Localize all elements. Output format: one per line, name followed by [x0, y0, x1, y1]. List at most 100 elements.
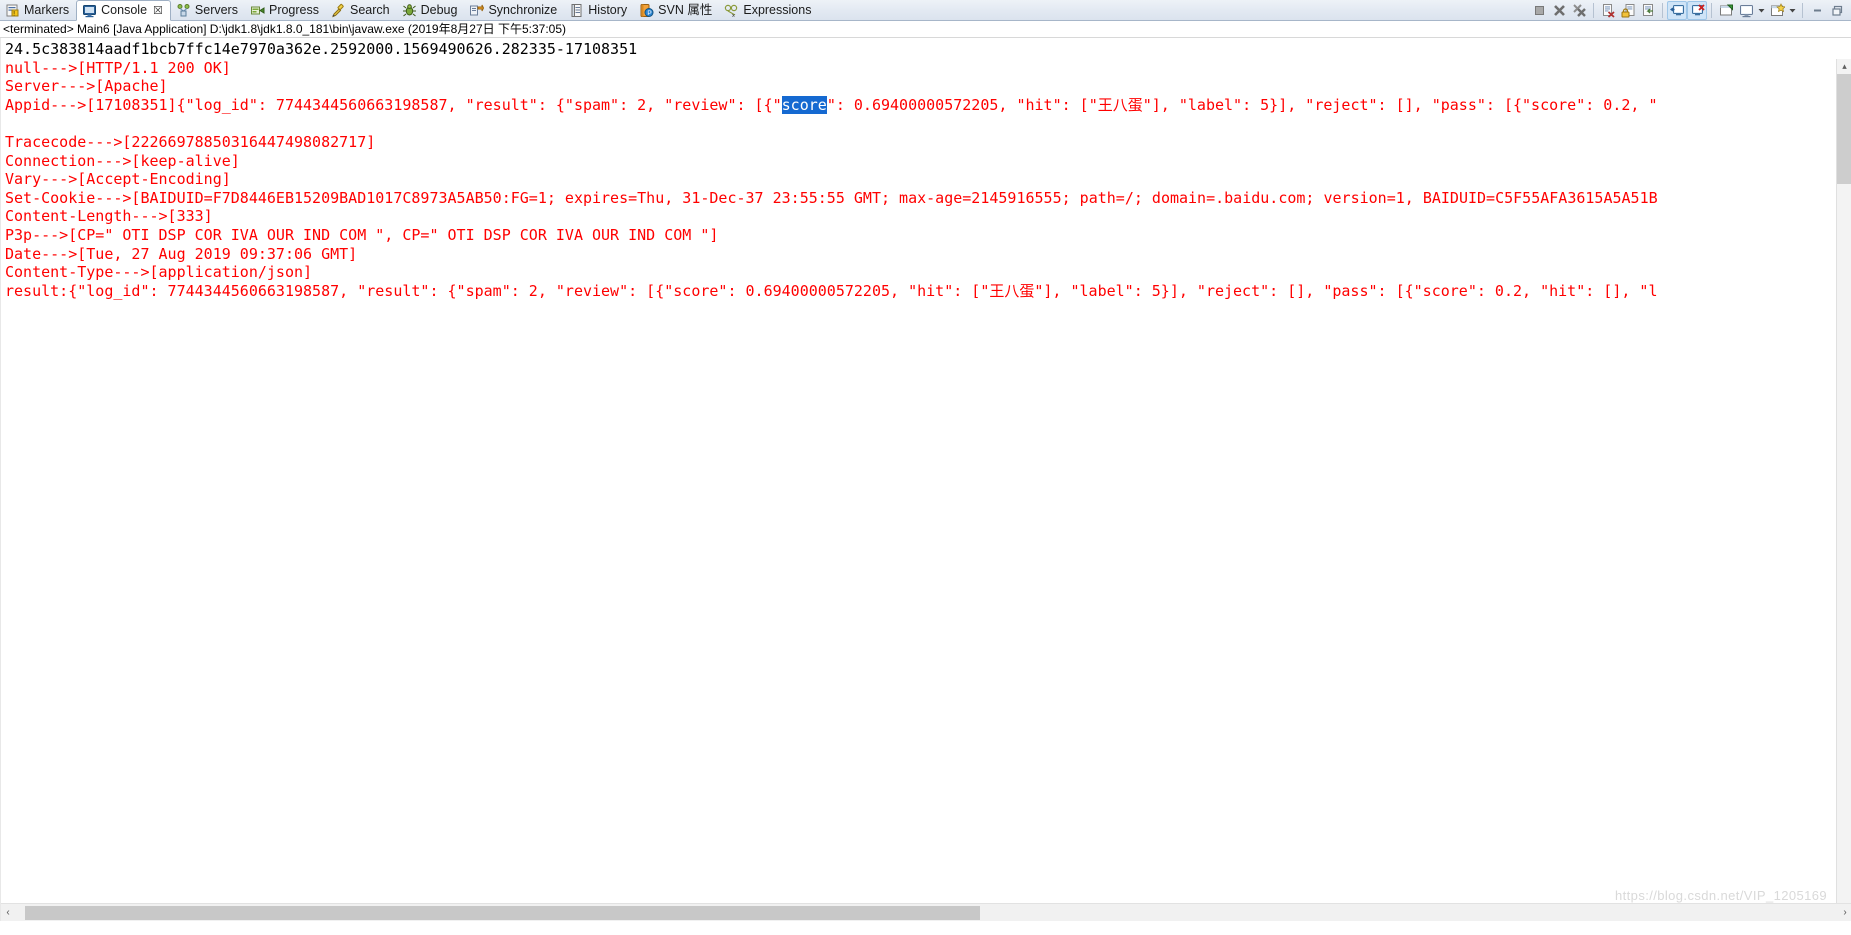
scroll-lock-button[interactable] — [1618, 1, 1638, 20]
console-line: Connection--->[keep-alive] — [5, 152, 1658, 171]
console-text: Tracecode--->[2226697885031644749808271​… — [5, 132, 376, 151]
selected-text: score — [781, 95, 827, 114]
svg-text:P: P — [648, 10, 652, 17]
tab-label: Markers — [24, 3, 70, 17]
tab-label: Search — [350, 3, 390, 17]
search-icon — [331, 3, 346, 18]
console-line: null--->[HTTP/1.1 200 OK] — [5, 59, 1658, 78]
tab-label: Debug — [420, 3, 458, 17]
console-text: Connection--->[keep-alive] — [5, 151, 240, 170]
horizontal-scroll-track[interactable] — [15, 903, 1838, 921]
minimize-button[interactable] — [1807, 1, 1827, 20]
console-line: P3p--->[CP=" OTI DSP COR IVA OUR IND COM… — [5, 226, 1658, 245]
show-console-on-error-button[interactable] — [1687, 0, 1707, 20]
terminated-status-line: <terminated> Main6 [Java Application] D:… — [0, 21, 1851, 38]
console-out-icon — [1669, 3, 1685, 18]
servers-icon — [176, 3, 191, 18]
remove-all-terminated-button[interactable] — [1569, 1, 1589, 20]
console-lines: 24.5c383814aadf1bcb7ffc14e7970a362e.2592… — [5, 40, 1658, 300]
toolbar-separator — [1662, 2, 1663, 18]
synchronize-icon — [469, 3, 485, 18]
tab-markers[interactable]: ! Markers — [0, 0, 76, 21]
stop-square-icon — [1532, 3, 1547, 18]
console-line: 24.5c383814aadf1bcb7ffc14e7970a362e.2592… — [5, 40, 1658, 59]
tab-debug[interactable]: Debug — [397, 0, 465, 21]
vertical-scroll-thumb[interactable] — [1837, 74, 1851, 184]
tab-expressions[interactable]: x Expressions — [719, 0, 818, 21]
console-text: Server--->[Apache] — [5, 77, 168, 96]
scroll-right-arrow[interactable]: › — [1838, 904, 1851, 922]
console-text: 24.5c383814aadf1bcb7ffc14e7970a362e.2592… — [5, 40, 638, 58]
console-text: Content-Length--->[333] — [5, 207, 213, 226]
clear-console-icon — [1601, 3, 1616, 18]
console-line: Set-Cookie--->[BAIDUID=F7D8446EB15209BAD… — [5, 189, 1658, 208]
tab-svn-properties[interactable]: P SVN 属性 — [634, 0, 719, 21]
tab-console[interactable]: Console ☒ — [76, 0, 171, 21]
remove-launch-button[interactable] — [1549, 1, 1569, 20]
toolbar-separator — [1593, 2, 1594, 18]
lock-icon — [1621, 3, 1636, 18]
console-text: result:{"log_id": 7744344560663198587, "… — [5, 281, 1658, 300]
console-text: P3p--->[CP=" OTI DSP COR IVA OUR IND COM… — [5, 225, 719, 244]
tab-label: Expressions — [743, 3, 812, 17]
horizontal-scroll-thumb[interactable] — [25, 905, 980, 920]
console-output-area[interactable]: 24.5c383814aadf1bcb7ffc14e7970a362e.2592… — [0, 38, 1851, 921]
vertical-scrollbar[interactable]: ▴ ▾ — [1836, 59, 1851, 921]
markers-icon: ! — [5, 3, 20, 18]
tab-label: Synchronize — [488, 3, 558, 17]
display-console-icon — [1739, 3, 1754, 18]
tab-progress[interactable]: Progress — [245, 0, 326, 21]
tab-history[interactable]: History — [564, 0, 634, 21]
console-text: null--->[HTTP/1.1 200 OK] — [5, 58, 231, 77]
console-line: Tracecode--->[2226697885031644749808271​… — [5, 133, 1658, 152]
word-wrap-icon — [1641, 3, 1656, 18]
history-icon — [569, 3, 584, 18]
minimize-icon — [1810, 3, 1825, 18]
console-icon — [82, 3, 97, 18]
tab-label: Console — [101, 3, 148, 17]
show-console-on-output-button[interactable] — [1667, 0, 1687, 20]
tab-label: History — [588, 3, 628, 17]
maximize-button[interactable] — [1827, 1, 1847, 20]
word-wrap-button[interactable] — [1638, 1, 1658, 20]
view-tab-bar: ! Markers Console ☒ Servers Progress Sea… — [0, 0, 1851, 21]
pin-console-icon — [1719, 3, 1734, 18]
svg-text:x: x — [732, 13, 735, 18]
tab-label: Servers — [194, 3, 238, 17]
clear-console-button[interactable] — [1598, 1, 1618, 20]
console-line: Content-Type--->[application/json] — [5, 263, 1658, 282]
toolbar-separator — [1802, 2, 1803, 18]
close-icon[interactable]: ☒ — [153, 4, 163, 17]
pin-console-button[interactable] — [1716, 1, 1736, 20]
expressions-icon: x — [724, 3, 739, 18]
remove-all-x-icon — [1572, 3, 1587, 18]
console-line: Appid--->[17108351]{"log_id": 7744344560… — [5, 95, 1658, 115]
tab-label: SVN 属性 — [658, 3, 713, 17]
terminate-button[interactable] — [1529, 1, 1549, 20]
tab-servers[interactable]: Servers — [171, 0, 245, 21]
console-toolbar — [1529, 0, 1851, 20]
maximize-icon — [1830, 3, 1845, 18]
progress-icon — [250, 3, 265, 18]
remove-x-icon — [1552, 3, 1567, 18]
svn-properties-icon: P — [639, 3, 654, 18]
toolbar-separator — [1711, 2, 1712, 18]
tab-search[interactable]: Search — [326, 0, 397, 21]
open-console-button[interactable] — [1767, 1, 1787, 20]
console-line: Content-Length--->[333] — [5, 207, 1658, 226]
console-line: Server--->[Apache] — [5, 77, 1658, 96]
console-text: Vary--->[Accept-Encoding] — [5, 170, 231, 189]
display-console-dropdown-arrow[interactable] — [1756, 1, 1767, 20]
console-text: Set-Cookie--->[BAIDUID=F7D8446EB15209BAD… — [5, 188, 1658, 207]
open-console-dropdown-arrow[interactable] — [1787, 1, 1798, 20]
scroll-up-arrow[interactable]: ▴ — [1837, 59, 1851, 74]
horizontal-scrollbar[interactable]: ‹ › — [1, 903, 1851, 921]
display-selected-console-button[interactable] — [1736, 1, 1756, 20]
tab-synchronize[interactable]: Synchronize — [464, 0, 564, 21]
debug-icon — [402, 3, 417, 18]
console-err-icon — [1690, 3, 1705, 18]
console-line: result:{"log_id": 7744344560663198587, "… — [5, 282, 1658, 301]
tab-label: Progress — [268, 3, 320, 17]
scroll-left-arrow[interactable]: ‹ — [1, 904, 15, 922]
console-line: Date--->[Tue, 27 Aug 2019 09:37:06 GMT] — [5, 245, 1658, 264]
